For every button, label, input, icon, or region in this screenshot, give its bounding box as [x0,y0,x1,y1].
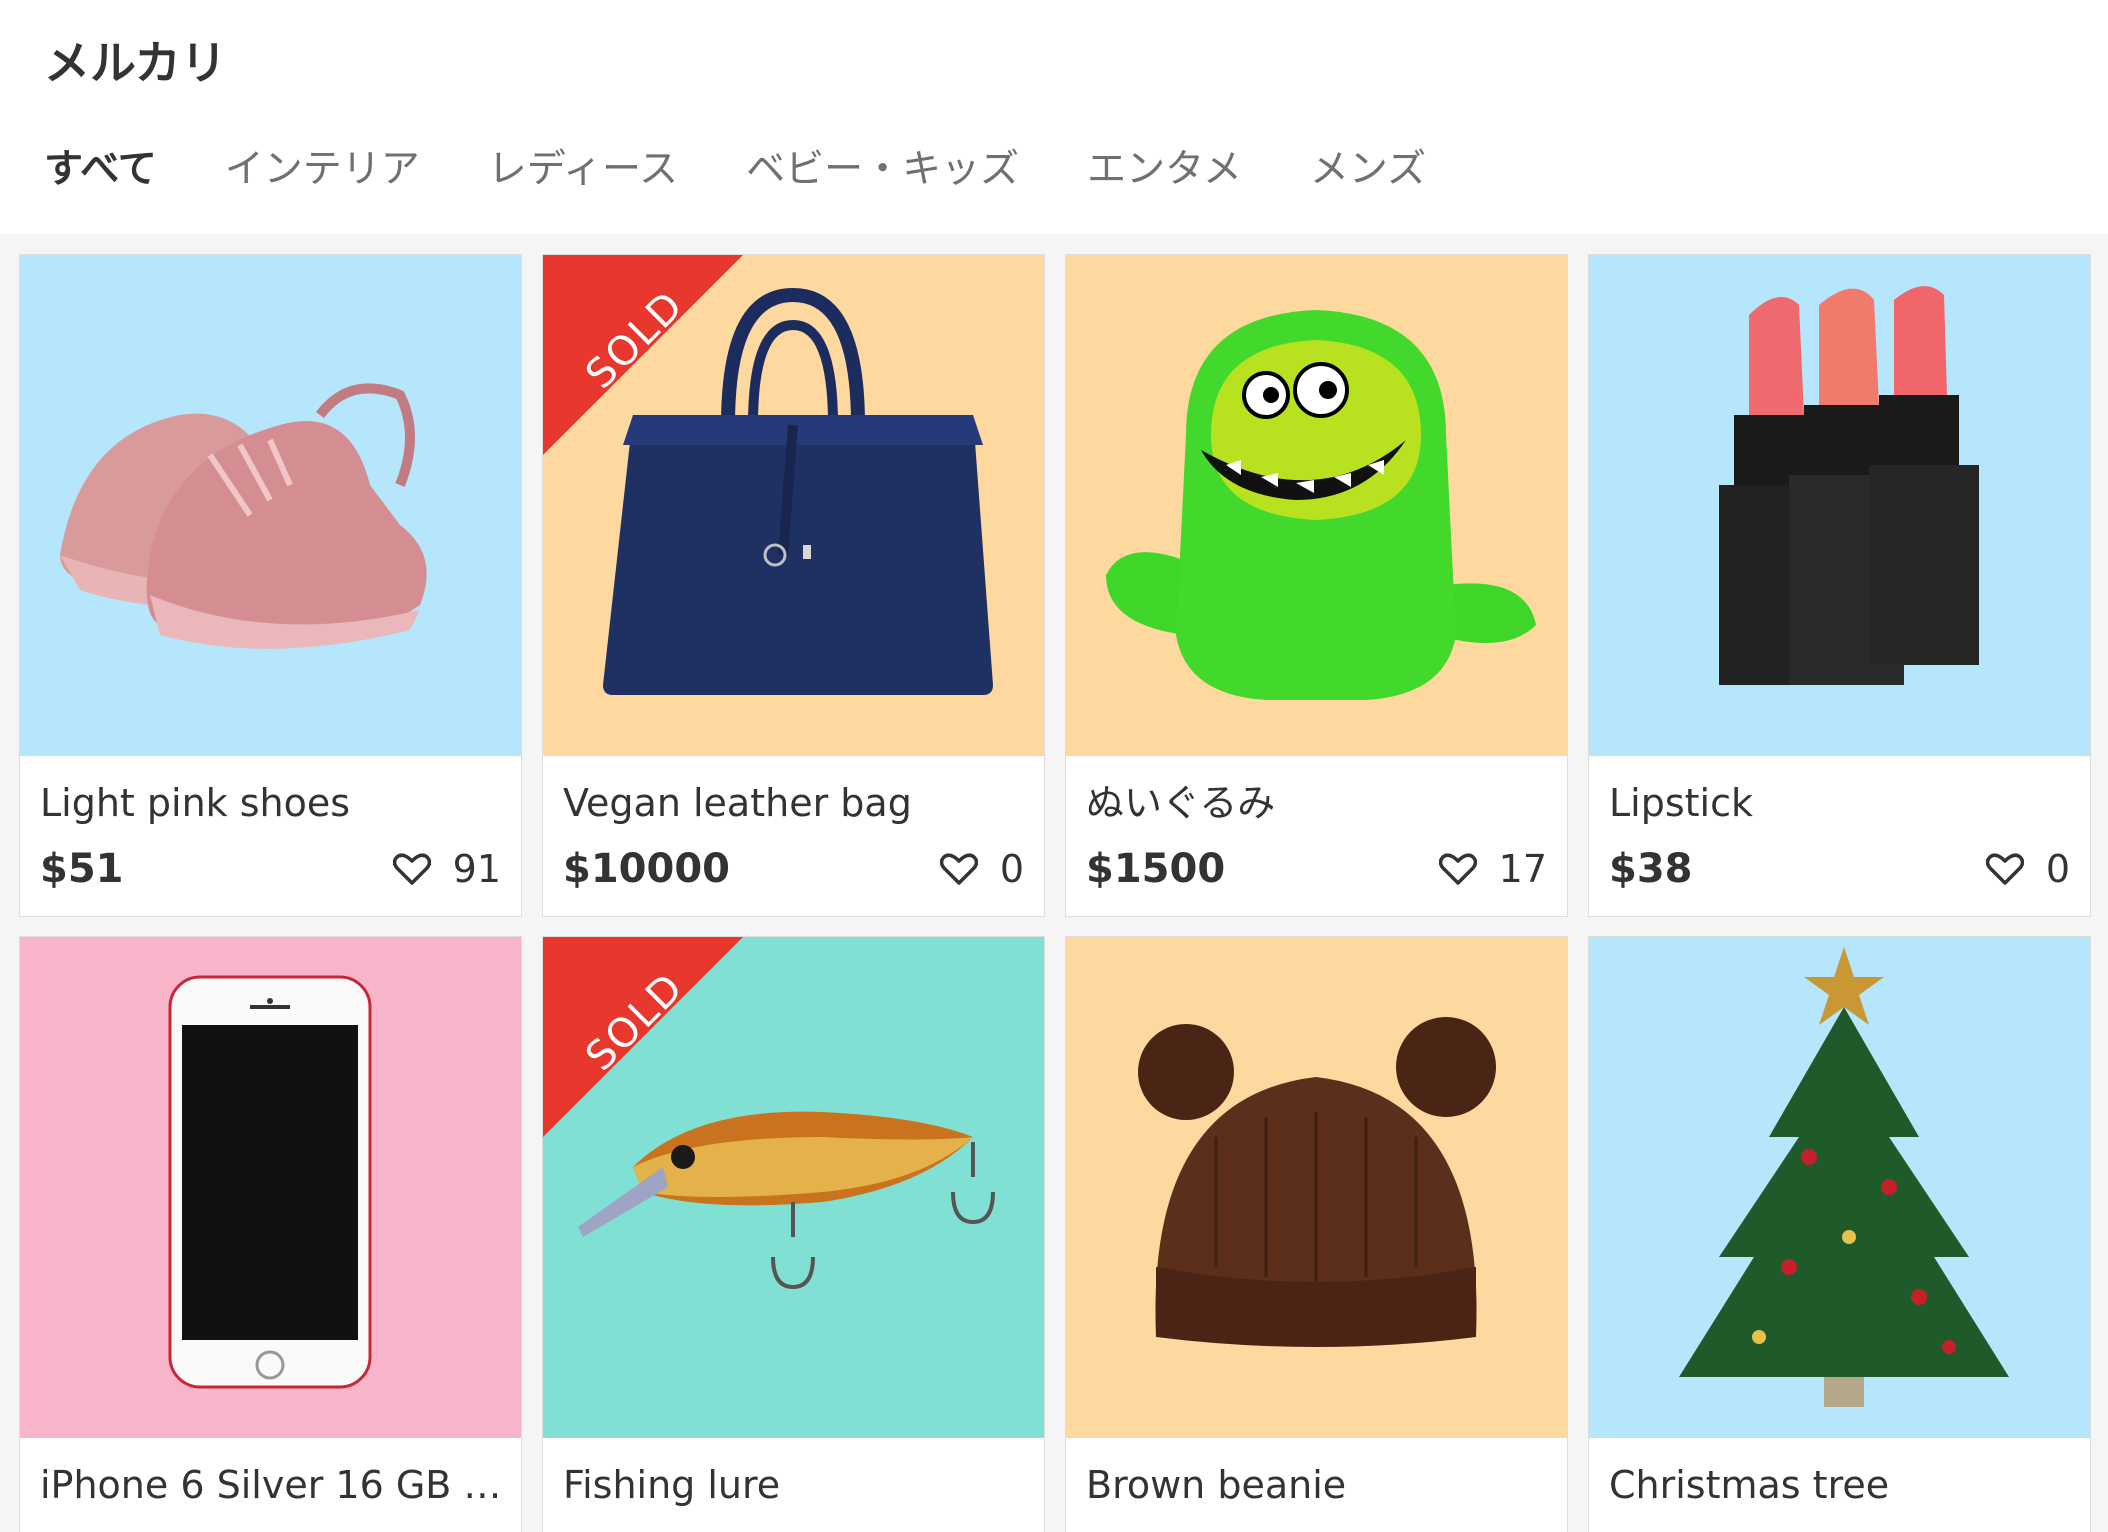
like-count[interactable]: 0 [939,839,1024,899]
heart-icon [939,853,978,885]
sold-badge: SOLD [543,937,743,1137]
product-name: Christmas tree [1609,1463,1890,1507]
tab-mens[interactable]: メンズ [1310,140,1426,200]
product-card[interactable]: ぬいぐるみ $1500 17 [1065,254,1568,917]
app-title: メルカリ [44,36,227,90]
like-count[interactable]: 91 [392,839,501,899]
heart-icon [1438,853,1477,885]
like-count-value: 17 [1498,847,1547,891]
product-image: SOLD [543,255,1044,756]
like-count-value: 0 [999,847,1024,891]
product-image [20,937,521,1438]
like-count[interactable]: 17 [1438,839,1547,899]
like-count-value: 91 [452,847,501,891]
tab-entertainment[interactable]: エンタメ [1087,140,1242,200]
product-name: Lipstick [1609,781,1754,825]
heart-icon [392,853,431,885]
product-name: Fishing lure [563,1463,781,1507]
product-image [20,255,521,756]
lipsticks-icon [1719,286,1979,685]
product-card[interactable]: iPhone 6 Silver 16 GB … [19,936,522,1532]
like-count-value: 0 [2045,847,2070,891]
product-image [1589,255,2090,756]
product-price: $10000 [563,846,730,892]
header: メルカリ すべて インテリア レディース ベビー・キッズ エンタメ メンズ [0,0,2108,234]
category-tabs: すべて インテリア レディース ベビー・キッズ エンタメ メンズ [44,140,1494,200]
like-count[interactable]: 0 [1985,839,2070,899]
product-card[interactable]: Christmas tree [1588,936,2091,1532]
green-plush-monster-icon [1106,310,1536,700]
tab-baby-kids[interactable]: ベビー・キッズ [746,140,1019,200]
product-image [1066,937,1567,1438]
tab-ladies[interactable]: レディース [488,140,678,200]
product-price: $51 [40,846,124,892]
product-image [1066,255,1567,756]
product-image [1589,937,2090,1438]
brown-beanie-icon [1138,1017,1496,1347]
product-price: $1500 [1086,846,1226,892]
product-card[interactable]: Brown beanie [1065,936,1568,1532]
product-card[interactable]: SOLD Fishing lure [542,936,1045,1532]
product-card[interactable]: SOLD Vegan leather bag $10000 0 [542,254,1045,917]
product-price: $38 [1609,846,1693,892]
christmas-tree-icon [1679,947,2009,1407]
tab-all[interactable]: すべて [44,140,157,200]
mercari-app: メルカリ すべて インテリア レディース ベビー・キッズ エンタメ メンズ Li… [0,0,2108,1532]
product-name: Light pink shoes [40,781,351,825]
product-grid: Light pink shoes $51 91 SOLD Vegan leath… [0,234,2108,1532]
sold-badge: SOLD [543,255,743,455]
product-card[interactable]: Light pink shoes $51 91 [19,254,522,917]
heart-icon [1985,853,2024,885]
tab-interior[interactable]: インテリア [225,140,420,200]
product-card[interactable]: Lipstick $38 0 [1588,254,2091,917]
smartphone-icon [168,975,372,1389]
product-name: ぬいぐるみ [1086,781,1276,825]
product-image: SOLD [543,937,1044,1438]
pink-sneakers-icon [60,383,427,649]
product-name: Brown beanie [1086,1463,1347,1507]
product-name: Vegan leather bag [563,781,912,825]
product-name: iPhone 6 Silver 16 GB … [40,1463,500,1507]
